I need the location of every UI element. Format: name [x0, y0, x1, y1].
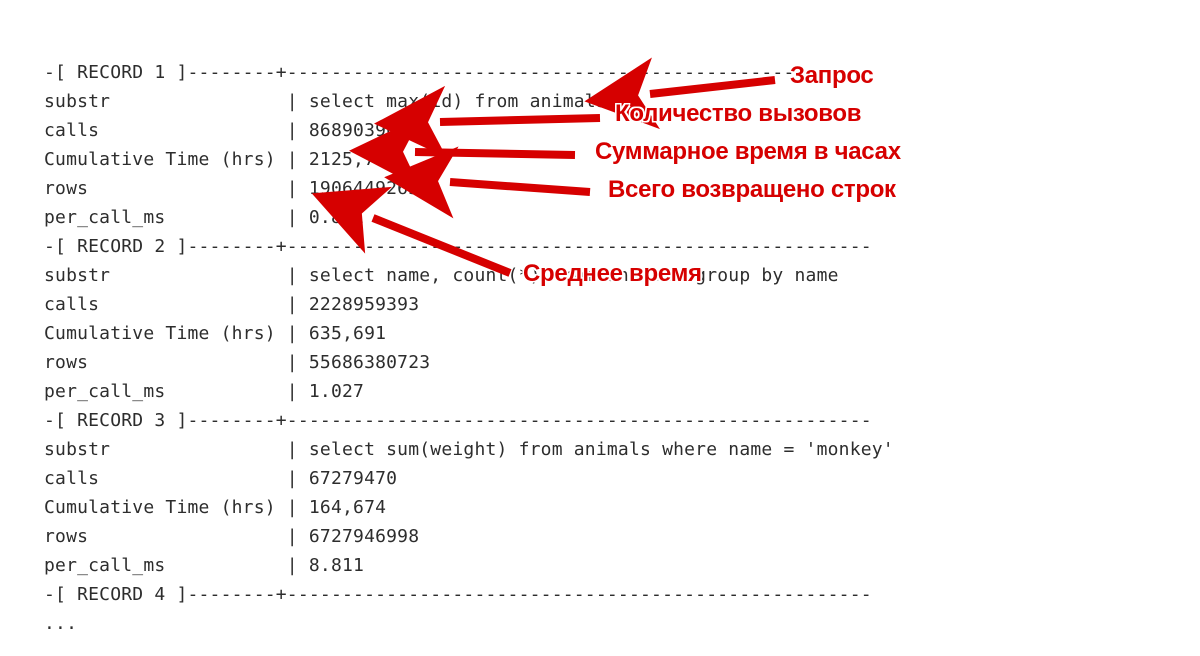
annotation-calls: Количество вызовов	[615, 100, 861, 128]
annotation-percall: Среднее время	[523, 260, 702, 288]
annotation-query: Запрос	[790, 62, 873, 90]
annotation-cumtime: Суммарное время в часах	[595, 138, 901, 166]
annotation-rows: Всего возвращено строк	[608, 176, 896, 204]
